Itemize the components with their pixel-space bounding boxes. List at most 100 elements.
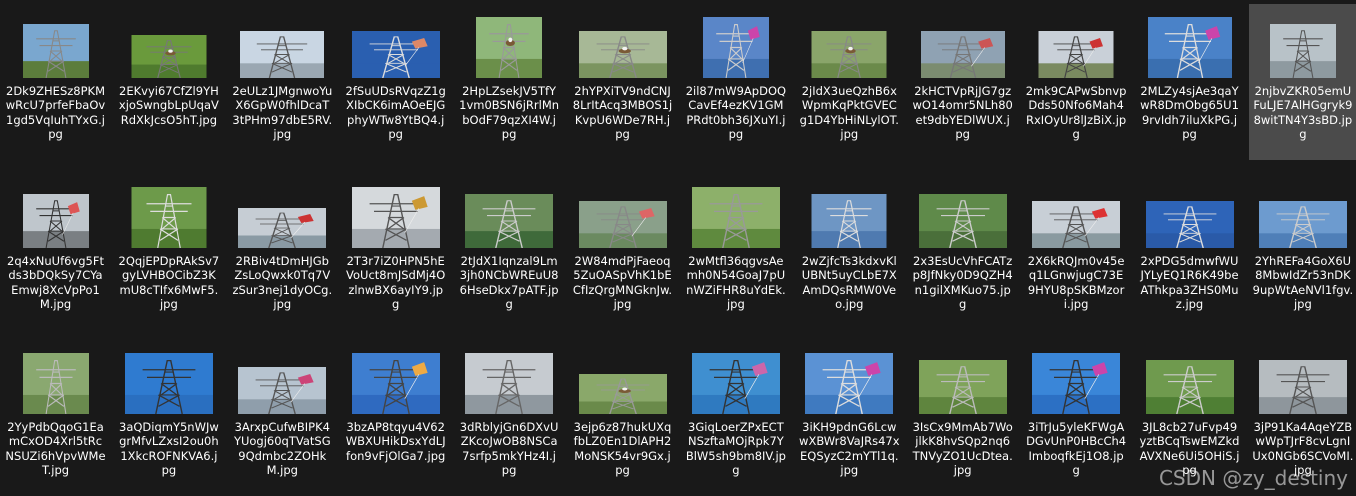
file-thumbnail bbox=[351, 187, 440, 248]
file-thumbnail bbox=[476, 17, 543, 78]
file-thumbnail bbox=[1032, 353, 1121, 414]
file-thumbnail bbox=[351, 31, 440, 78]
file-thumbnail bbox=[805, 353, 894, 414]
file-name: 2YhREFa4GoX6U8MbwIdZr53nDK9upWtAeNVl1fgv… bbox=[1252, 254, 1354, 312]
file-name: 2QqjEPDpRAkSv7gyLVHBOCibZ3KmU8cTIfx6MwF5… bbox=[118, 254, 220, 312]
file-name: 2hYPXiTV9ndCNJ8LrItAcq3MBOS1jKvpU6WDe7RH… bbox=[572, 84, 673, 142]
file-name: 2EKvyi67CfZl9YHxjoSwngbLpUqaVRdXkJcsO5hT… bbox=[118, 84, 219, 127]
file-name: 2njbvZKR05emUFuLJE7AlHGgryk98witTN4Y3sBD… bbox=[1253, 84, 1353, 142]
file-name: 2eULz1JMgnwoYuX6GpW0fhlDcaT3tPHm97dbE5RV… bbox=[232, 84, 333, 142]
file-item[interactable]: 2wZjfcTs3kdxvKlUBNt5uyCLbE7XAmDQsRMW0Veo… bbox=[796, 174, 903, 330]
file-name: 3GiqLoerZPxECTNSzftaMOjRpk7YBlW5sh9bm8IV… bbox=[685, 420, 786, 478]
file-name: 2x3EsUcVhFCATzp8JfNky0D9QZH4n1gilXMKuo75… bbox=[912, 254, 1013, 312]
file-name: 3bzAP8tqyu4V62WBXUHikDsxYdLJfon9vFjOlGa7… bbox=[345, 420, 446, 463]
file-thumbnail bbox=[1038, 31, 1114, 78]
file-thumbnail bbox=[465, 194, 554, 248]
file-thumbnail bbox=[691, 353, 780, 414]
file-thumbnail bbox=[578, 201, 667, 248]
file-item[interactable]: 2hYPXiTV9ndCNJ8LrItAcq3MBOS1jKvpU6WDe7RH… bbox=[569, 4, 676, 160]
file-thumbnail bbox=[702, 17, 769, 78]
file-grid: 2Dk9ZHESz8PKMwRcU7prfeFbaOv1gd5VqIuhTYxG… bbox=[0, 0, 1356, 496]
file-name: 2tJdX1Iqnzal9Lm3jh0NCbWREuU86HseDkx7pATF… bbox=[459, 254, 559, 312]
file-name: 3dRblyjGn6DXvUZKcoJwOB8NSCa7srfp5mkYHz4I… bbox=[459, 420, 559, 478]
file-item[interactable]: 2YyPdbQqoG1EamCxOD4Xrl5tRcNSUZi6hVpvWMeT… bbox=[2, 340, 109, 496]
file-thumbnail bbox=[1258, 201, 1347, 248]
file-item[interactable]: 2kHCTVpRjJG7gzwO14omr5NLh80et9dbYEDlWUX.… bbox=[909, 4, 1016, 160]
file-name: 3ArxpCufwBIPK4YUogj60qTVatSG9Qdmbc2ZOHkM… bbox=[233, 420, 331, 478]
file-name: 2kHCTVpRjJG7gzwO14omr5NLh80et9dbYEDlWUX.… bbox=[912, 84, 1013, 142]
file-name: 2xPDG5dmwfWUJYLyEQ1R6K49beAThkpa3ZHS0Muz… bbox=[1140, 254, 1239, 312]
file-item[interactable]: 2Dk9ZHESz8PKMwRcU7prfeFbaOv1gd5VqIuhTYxG… bbox=[2, 4, 109, 160]
file-name: 3iKH9pdnG6LcwwXBWr8VaJRs47xEQSyzC2mYTl1q… bbox=[799, 420, 900, 478]
file-thumbnail bbox=[918, 360, 1007, 414]
file-name: 3ejp6z87hukUXqfbLZ0En1DlAPH2MoNSK54vr9Gx… bbox=[573, 420, 672, 478]
file-thumbnail bbox=[918, 194, 1007, 248]
file-thumbnail bbox=[1258, 360, 1347, 414]
file-name: 2wMtfl36qgvsAemh0N54GoaJ7pUnWZiFHR8uYdEk… bbox=[686, 254, 786, 312]
file-item[interactable]: 2x3EsUcVhFCATzp8JfNky0D9QZH4n1gilXMKuo75… bbox=[909, 174, 1016, 330]
file-item[interactable]: 3dRblyjGn6DXvUZKcoJwOB8NSCa7srfp5mkYHz4I… bbox=[456, 340, 563, 496]
file-thumbnail bbox=[238, 367, 327, 414]
file-thumbnail bbox=[1147, 17, 1232, 78]
file-thumbnail bbox=[811, 31, 887, 78]
file-thumbnail bbox=[1145, 360, 1234, 414]
file-thumbnail bbox=[1032, 201, 1121, 248]
file-name: 2mk9CAPwSbnvpDds50Nfo6Mah4RxIOyUr8lJzBiX… bbox=[1025, 84, 1127, 142]
file-thumbnail bbox=[1269, 24, 1336, 78]
file-item[interactable]: 2eULz1JMgnwoYuX6GpW0fhlDcaT3tPHm97dbE5RV… bbox=[229, 4, 336, 160]
file-item[interactable]: 2xPDG5dmwfWUJYLyEQ1R6K49beAThkpa3ZHS0Muz… bbox=[1136, 174, 1243, 330]
file-thumbnail bbox=[811, 194, 887, 248]
file-thumbnail bbox=[22, 24, 89, 78]
file-item[interactable]: 2tJdX1Iqnzal9Lm3jh0NCbWREuU86HseDkx7pATF… bbox=[456, 174, 563, 330]
file-item[interactable]: 3iTrJu5yleKFWgADGvUnP0HBcCh4ImboqfkEj1O8… bbox=[1023, 340, 1130, 496]
file-item[interactable]: 2jIdX3ueQzhB6xWpmKqPktGVECg1D4YbHiNLylOT… bbox=[796, 4, 903, 160]
file-item[interactable]: 2fSuUDsRVqzZ1gXIbCK6imAOeEJGphyWTw8YtBQ4… bbox=[342, 4, 449, 160]
file-item[interactable]: 3bzAP8tqyu4V62WBXUHikDsxYdLJfon9vFjOlGa7… bbox=[342, 340, 449, 496]
file-item[interactable]: 2W84mdPjFaeoq5ZuOASpVhK1bECfIzQrgMNGknJw… bbox=[569, 174, 676, 330]
file-item[interactable]: 2mk9CAPwSbnvpDds50Nfo6Mah4RxIOyUr8lJzBiX… bbox=[1023, 4, 1130, 160]
file-name: 2q4xNuUf6vg5Ftds3bDQkSy7CYaEmwj8XcVpPo1M… bbox=[7, 254, 104, 312]
file-name: 2Dk9ZHESz8PKMwRcU7prfeFbaOv1gd5VqIuhTYxG… bbox=[5, 84, 106, 142]
file-name: 2T3r7iZ0HPN5hEVoUct8mJSdMj4OzlnwBX6ayIY9… bbox=[346, 254, 446, 312]
file-thumbnail bbox=[1145, 201, 1234, 248]
file-item[interactable]: 2HpLZsekJV5TfY1vm0BSN6jRrlMnbOdF79qzXI4W… bbox=[456, 4, 563, 160]
file-name: 2jIdX3ueQzhB6xWpmKqPktGVECg1D4YbHiNLylOT… bbox=[799, 84, 899, 142]
file-item[interactable]: 3GiqLoerZPxECTNSzftaMOjRpk7YBlW5sh9bm8IV… bbox=[682, 340, 789, 496]
file-item[interactable]: 2il87mW9ApDOQCavEf4ezKV1GMPRdt0bh36JXuYI… bbox=[682, 4, 789, 160]
file-thumbnail bbox=[240, 31, 325, 78]
file-thumbnail bbox=[578, 374, 667, 414]
file-name: 3IsCx9MmAb7WojlkK8hvSQp2nq6TNVyZO1UcDtea… bbox=[912, 420, 1013, 478]
file-item[interactable]: 2YhREFa4GoX6U8MbwIdZr53nDK9upWtAeNVl1fgv… bbox=[1249, 174, 1356, 330]
file-thumbnail bbox=[578, 31, 667, 78]
file-item[interactable]: 2njbvZKR05emUFuLJE7AlHGgryk98witTN4Y3sBD… bbox=[1249, 4, 1356, 160]
file-thumbnail bbox=[920, 31, 1005, 78]
file-item[interactable]: 2wMtfl36qgvsAemh0N54GoaJ7pUnWZiFHR8uYdEk… bbox=[682, 174, 789, 330]
file-item[interactable]: 2RBiv4tDmHJGbZsLoQwxk0Tq7VzSur3nej1dyOCg… bbox=[229, 174, 336, 330]
file-name: 2HpLZsekJV5TfY1vm0BSN6jRrlMnbOdF79qzXI4W… bbox=[459, 84, 560, 142]
file-item[interactable]: 2EKvyi67CfZl9YHxjoSwngbLpUqaVRdXkJcsO5hT… bbox=[115, 4, 222, 160]
file-thumbnail bbox=[131, 187, 207, 248]
file-item[interactable]: 3ejp6z87hukUXqfbLZ0En1DlAPH2MoNSK54vr9Gx… bbox=[569, 340, 676, 496]
file-name: 2wZjfcTs3kdxvKlUBNt5uyCLbE7XAmDQsRMW0Veo… bbox=[801, 254, 897, 312]
file-thumbnail bbox=[124, 353, 213, 414]
file-thumbnail bbox=[22, 194, 89, 248]
watermark: CSDN @zy_destiny bbox=[1158, 466, 1348, 490]
file-item[interactable]: 2T3r7iZ0HPN5hEVoUct8mJSdMj4OzlnwBX6ayIY9… bbox=[342, 174, 449, 330]
file-name: 3iTrJu5yleKFWgADGvUnP0HBcCh4ImboqfkEj1O8… bbox=[1026, 420, 1127, 478]
file-name: 2fSuUDsRVqzZ1gXIbCK6imAOeEJGphyWTw8YtBQ4… bbox=[345, 84, 446, 142]
file-item[interactable]: 3IsCx9MmAb7WojlkK8hvSQp2nq6TNVyZO1UcDtea… bbox=[909, 340, 1016, 496]
file-item[interactable]: 2q4xNuUf6vg5Ftds3bDQkSy7CYaEmwj8XcVpPo1M… bbox=[2, 174, 109, 330]
file-item[interactable]: 2QqjEPDpRAkSv7gyLVHBOCibZ3KmU8cTIfx6MwF5… bbox=[115, 174, 222, 330]
file-item[interactable]: 3iKH9pdnG6LcwwXBWr8VaJRs47xEQSyzC2mYTl1q… bbox=[796, 340, 903, 496]
file-thumbnail bbox=[465, 353, 554, 414]
file-thumbnail bbox=[22, 353, 89, 414]
file-name: 3aQDiqmY5nWJwgrMfvLZxsI2ou0h1XkcROFNKVA6… bbox=[119, 420, 219, 478]
file-thumbnail bbox=[131, 35, 207, 78]
file-name: 2X6kRQJm0v45eq1LGnwjugC73E9HYU8pSKBMzori… bbox=[1027, 254, 1125, 312]
file-thumbnail bbox=[238, 208, 327, 248]
file-item[interactable]: 2X6kRQJm0v45eq1LGnwjugC73E9HYU8pSKBMzori… bbox=[1023, 174, 1130, 330]
file-item[interactable]: 3aQDiqmY5nWJwgrMfvLZxsI2ou0h1XkcROFNKVA6… bbox=[115, 340, 222, 496]
file-item[interactable]: 3ArxpCufwBIPK4YUogj60qTVatSG9Qdmbc2ZOHkM… bbox=[229, 340, 336, 496]
file-name: 2W84mdPjFaeoq5ZuOASpVhK1bECfIzQrgMNGknJw… bbox=[572, 254, 673, 312]
file-item[interactable]: 2MLZy4sjAe3qaYwR8DmObg65U19rvIdh7iluXkPG… bbox=[1136, 4, 1243, 160]
